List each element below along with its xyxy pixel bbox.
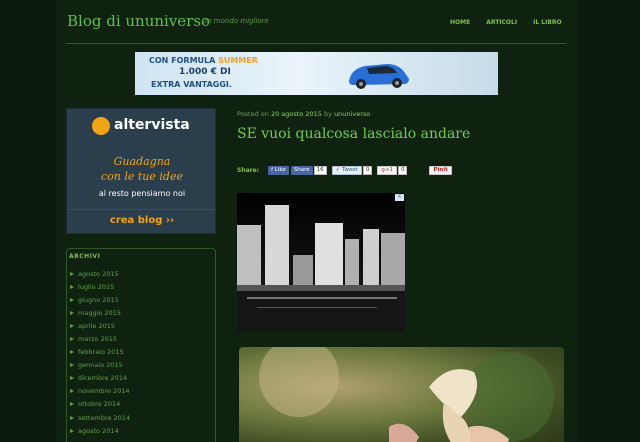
- ad-line-resto: al resto pensiamo noi: [98, 189, 186, 198]
- facebook-like-button[interactable]: f Like: [268, 165, 289, 175]
- archive-item[interactable]: novembre 2014: [67, 385, 217, 398]
- triangle-right-icon: [70, 337, 74, 342]
- archive-item[interactable]: agosto 2014: [67, 424, 217, 437]
- triangle-right-icon: [70, 428, 74, 433]
- archive-item[interactable]: gennaio 2015: [67, 359, 217, 372]
- triangle-right-icon: [70, 297, 74, 302]
- google-plus-button[interactable]: g+1: [377, 165, 397, 175]
- triangle-right-icon: [70, 376, 74, 381]
- archive-item[interactable]: settembre 2014: [67, 411, 217, 424]
- archive-list: agosto 2015 luglio 2015 giugno 2015 magg…: [67, 267, 217, 437]
- triangle-right-icon: [70, 310, 74, 315]
- archive-item[interactable]: luglio 2015: [67, 280, 217, 293]
- ad-line-idee: con le tue idee: [101, 170, 183, 183]
- banner-line2: 1.000 € DI: [179, 67, 231, 77]
- triangle-right-icon: [70, 402, 74, 407]
- triangle-right-icon: [70, 363, 74, 368]
- archive-item[interactable]: febbraio 2015: [67, 346, 217, 359]
- banner-line3: EXTRA VANTAGGI.: [151, 80, 232, 89]
- archive-item[interactable]: giugno 2015: [67, 293, 217, 306]
- banner-line1: CON FORMULA SUMMER: [149, 56, 258, 65]
- altervista-logo-icon: [92, 117, 110, 135]
- altervista-ad[interactable]: altervista Guadagna con le tue idee al r…: [66, 108, 216, 234]
- post-date-link[interactable]: 20 agosto 2015: [271, 110, 322, 118]
- post-featured-photo: [239, 347, 564, 442]
- butterfly-photo-graphic: [259, 347, 554, 442]
- pinterest-button[interactable]: Pinit: [429, 165, 452, 175]
- archive-title: ARCHIVI: [69, 253, 101, 260]
- tweet-button[interactable]: ✓ Tweet: [331, 165, 362, 175]
- ad-divider: [67, 209, 215, 210]
- google-plus-count: 0: [397, 165, 408, 175]
- facebook-share-button[interactable]: Share: [290, 165, 313, 175]
- crea-blog-link[interactable]: crea blog ››: [67, 215, 217, 226]
- ad-close-icon[interactable]: X: [395, 194, 404, 201]
- post-author-link[interactable]: ununiverso: [334, 110, 370, 118]
- archive-item[interactable]: ottobre 2014: [67, 398, 217, 411]
- post-meta: Posted on 20 agosto 2015 by ununiverso: [237, 110, 371, 118]
- facebook-count: 16: [313, 165, 327, 175]
- share-label: Share:: [237, 166, 260, 174]
- archive-item[interactable]: aprile 2015: [67, 319, 217, 332]
- triangle-right-icon: [70, 271, 74, 276]
- header-divider: [66, 43, 566, 44]
- triangle-right-icon: [70, 350, 74, 355]
- car-image: [349, 64, 409, 89]
- archive-item[interactable]: maggio 2015: [67, 306, 217, 319]
- banner-ad[interactable]: CON FORMULA SUMMER 1.000 € DI EXTRA VANT…: [135, 52, 498, 95]
- site-tagline: Un mondo migliore: [202, 17, 269, 25]
- archive-item[interactable]: agosto 2015: [67, 267, 217, 280]
- triangle-right-icon: [70, 415, 74, 420]
- share-bar: Share: f Like Share 16 ✓ Tweet 0 g+1 0 P…: [237, 165, 452, 175]
- city-skyline-ad-image[interactable]: X: [237, 193, 405, 332]
- nav-home[interactable]: HOME: [450, 19, 470, 26]
- tweet-count: 0: [362, 165, 373, 175]
- ad-line-guadagna: Guadagna: [113, 155, 171, 168]
- altervista-brand: altervista: [114, 117, 190, 133]
- main-nav: HOME ARTICOLI IL LIBRO: [450, 19, 562, 26]
- post-title[interactable]: SE vuoi qualcosa lascialo andare: [237, 126, 470, 142]
- archive-widget: ARCHIVI agosto 2015 luglio 2015 giugno 2…: [66, 248, 216, 442]
- archive-item[interactable]: dicembre 2014: [67, 372, 217, 385]
- nav-articoli[interactable]: ARTICOLI: [486, 19, 517, 26]
- archive-item[interactable]: marzo 2015: [67, 332, 217, 345]
- triangle-right-icon: [70, 389, 74, 394]
- triangle-right-icon: [70, 284, 74, 289]
- site-title[interactable]: Blog di ununiverso: [67, 12, 210, 30]
- triangle-right-icon: [70, 323, 74, 328]
- nav-il-libro[interactable]: IL LIBRO: [533, 19, 562, 26]
- city-skyline-graphic: [237, 193, 405, 332]
